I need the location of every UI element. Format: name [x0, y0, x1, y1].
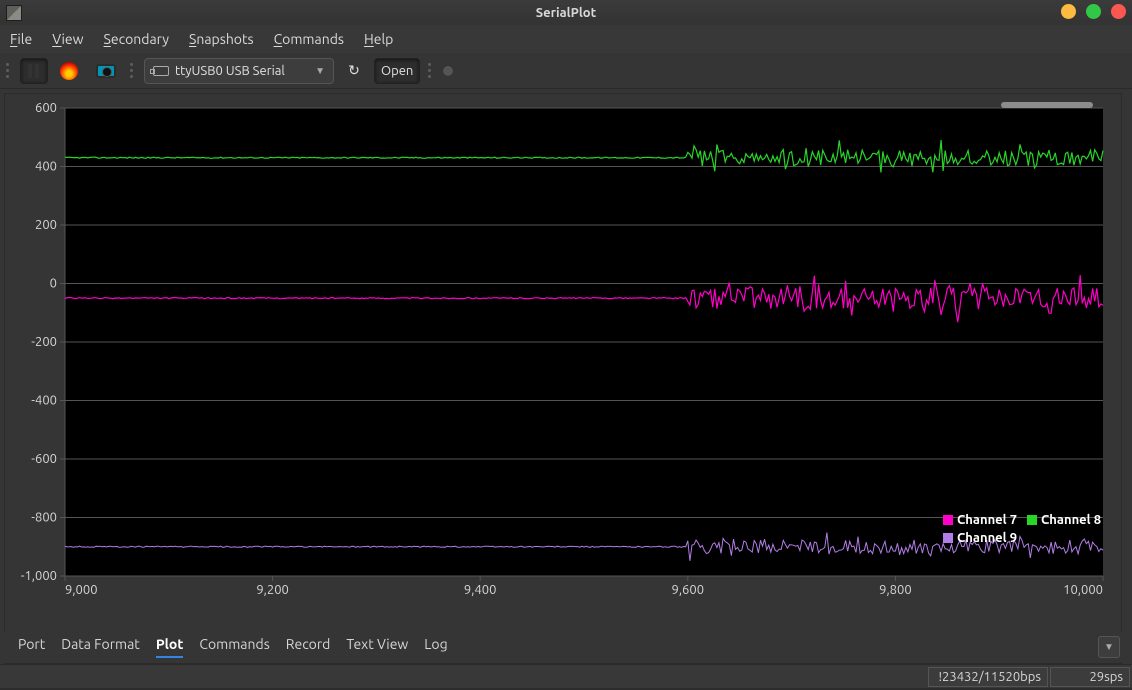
svg-text:9,000: 9,000: [65, 583, 98, 597]
fire-icon: [60, 62, 78, 80]
svg-text:-800: -800: [31, 511, 57, 525]
status-sps: 29sps: [1050, 667, 1130, 687]
pause-button[interactable]: [20, 58, 48, 84]
tabs-expand-button[interactable]: ▼: [1098, 636, 1120, 658]
statusbar: !23432/11520bps 29sps: [0, 664, 1132, 688]
titlebar: SerialPlot: [0, 0, 1132, 25]
bottom-tab-bar: Port Data Format Plot Commands Record Te…: [4, 632, 1122, 662]
app-icon: [6, 5, 22, 21]
status-bps: !23432/11520bps: [928, 667, 1048, 687]
svg-text:9,400: 9,400: [464, 583, 497, 597]
snapshot-button[interactable]: [90, 58, 122, 84]
tab-record[interactable]: Record: [286, 636, 331, 658]
pause-icon: [28, 64, 40, 78]
svg-text:Channel 9: Channel 9: [957, 531, 1017, 545]
menu-snapshots[interactable]: Snapshots: [189, 31, 254, 47]
tab-text-view[interactable]: Text View: [346, 636, 408, 658]
svg-text:-1,000: -1,000: [21, 569, 57, 583]
svg-text:-400: -400: [31, 394, 57, 408]
toolbar: ttyUSB0 USB Serial ▼ Open: [0, 53, 1132, 89]
toolbar-grip-2[interactable]: [128, 58, 136, 84]
window-buttons: [1061, 4, 1126, 19]
port-select[interactable]: ttyUSB0 USB Serial ▼: [144, 58, 334, 84]
plot-panel: -1,000 -800 -600 -400 -200 0 200 400 600 9,000 9,2…: [4, 93, 1122, 664]
window-minimize-button[interactable]: [1061, 4, 1076, 19]
record-icon: [442, 65, 454, 77]
chevron-down-icon: ▼: [315, 65, 325, 77]
menu-commands[interactable]: Commands: [274, 31, 344, 47]
window-close-button[interactable]: [1111, 4, 1126, 19]
menu-view[interactable]: View: [52, 31, 83, 47]
menubar: File View Secondary Snapshots Commands H…: [0, 25, 1132, 53]
menu-file[interactable]: File: [10, 31, 32, 47]
svg-text:0: 0: [50, 277, 57, 291]
tab-plot[interactable]: Plot: [156, 636, 184, 658]
usb-icon: [153, 66, 169, 76]
plot-horizontal-scrollbar[interactable]: [1001, 102, 1093, 108]
record-button[interactable]: [442, 65, 454, 77]
svg-text:200: 200: [35, 218, 57, 232]
svg-text:9,200: 9,200: [256, 583, 289, 597]
open-port-button[interactable]: Open: [374, 58, 420, 84]
port-select-value: ttyUSB0 USB Serial: [175, 64, 285, 78]
svg-text:600: 600: [35, 101, 57, 115]
window-title: SerialPlot: [0, 6, 1132, 20]
svg-text:9,800: 9,800: [879, 583, 912, 597]
svg-text:Channel 7: Channel 7: [957, 513, 1017, 527]
window-maximize-button[interactable]: [1086, 4, 1101, 19]
content-area: -1,000 -800 -600 -400 -200 0 200 400 600 9,000 9,2…: [0, 89, 1132, 664]
tab-data-format[interactable]: Data Format: [61, 636, 140, 658]
plot-canvas[interactable]: -1,000 -800 -600 -400 -200 0 200 400 600 9,000 9,2…: [5, 94, 1117, 604]
svg-text:10,000: 10,000: [1063, 583, 1103, 597]
open-port-label: Open: [381, 64, 413, 78]
svg-text:-600: -600: [31, 452, 57, 466]
toolbar-grip-1[interactable]: [4, 58, 12, 84]
svg-text:400: 400: [35, 160, 57, 174]
demo-button[interactable]: [54, 58, 84, 84]
tab-commands[interactable]: Commands: [199, 636, 269, 658]
tab-log[interactable]: Log: [424, 636, 447, 658]
svg-text:Channel 8: Channel 8: [1041, 513, 1101, 527]
svg-text:-200: -200: [31, 335, 57, 349]
refresh-ports-button[interactable]: [340, 58, 368, 84]
camera-icon: [96, 64, 116, 78]
status-sps-value: 29sps: [1089, 670, 1123, 684]
status-bps-value: !23432/11520bps: [938, 670, 1041, 684]
svg-text:9,600: 9,600: [672, 583, 705, 597]
toolbar-grip-3[interactable]: [426, 58, 434, 84]
tab-port[interactable]: Port: [18, 636, 45, 658]
menu-help[interactable]: Help: [364, 31, 393, 47]
menu-secondary[interactable]: Secondary: [104, 31, 169, 47]
